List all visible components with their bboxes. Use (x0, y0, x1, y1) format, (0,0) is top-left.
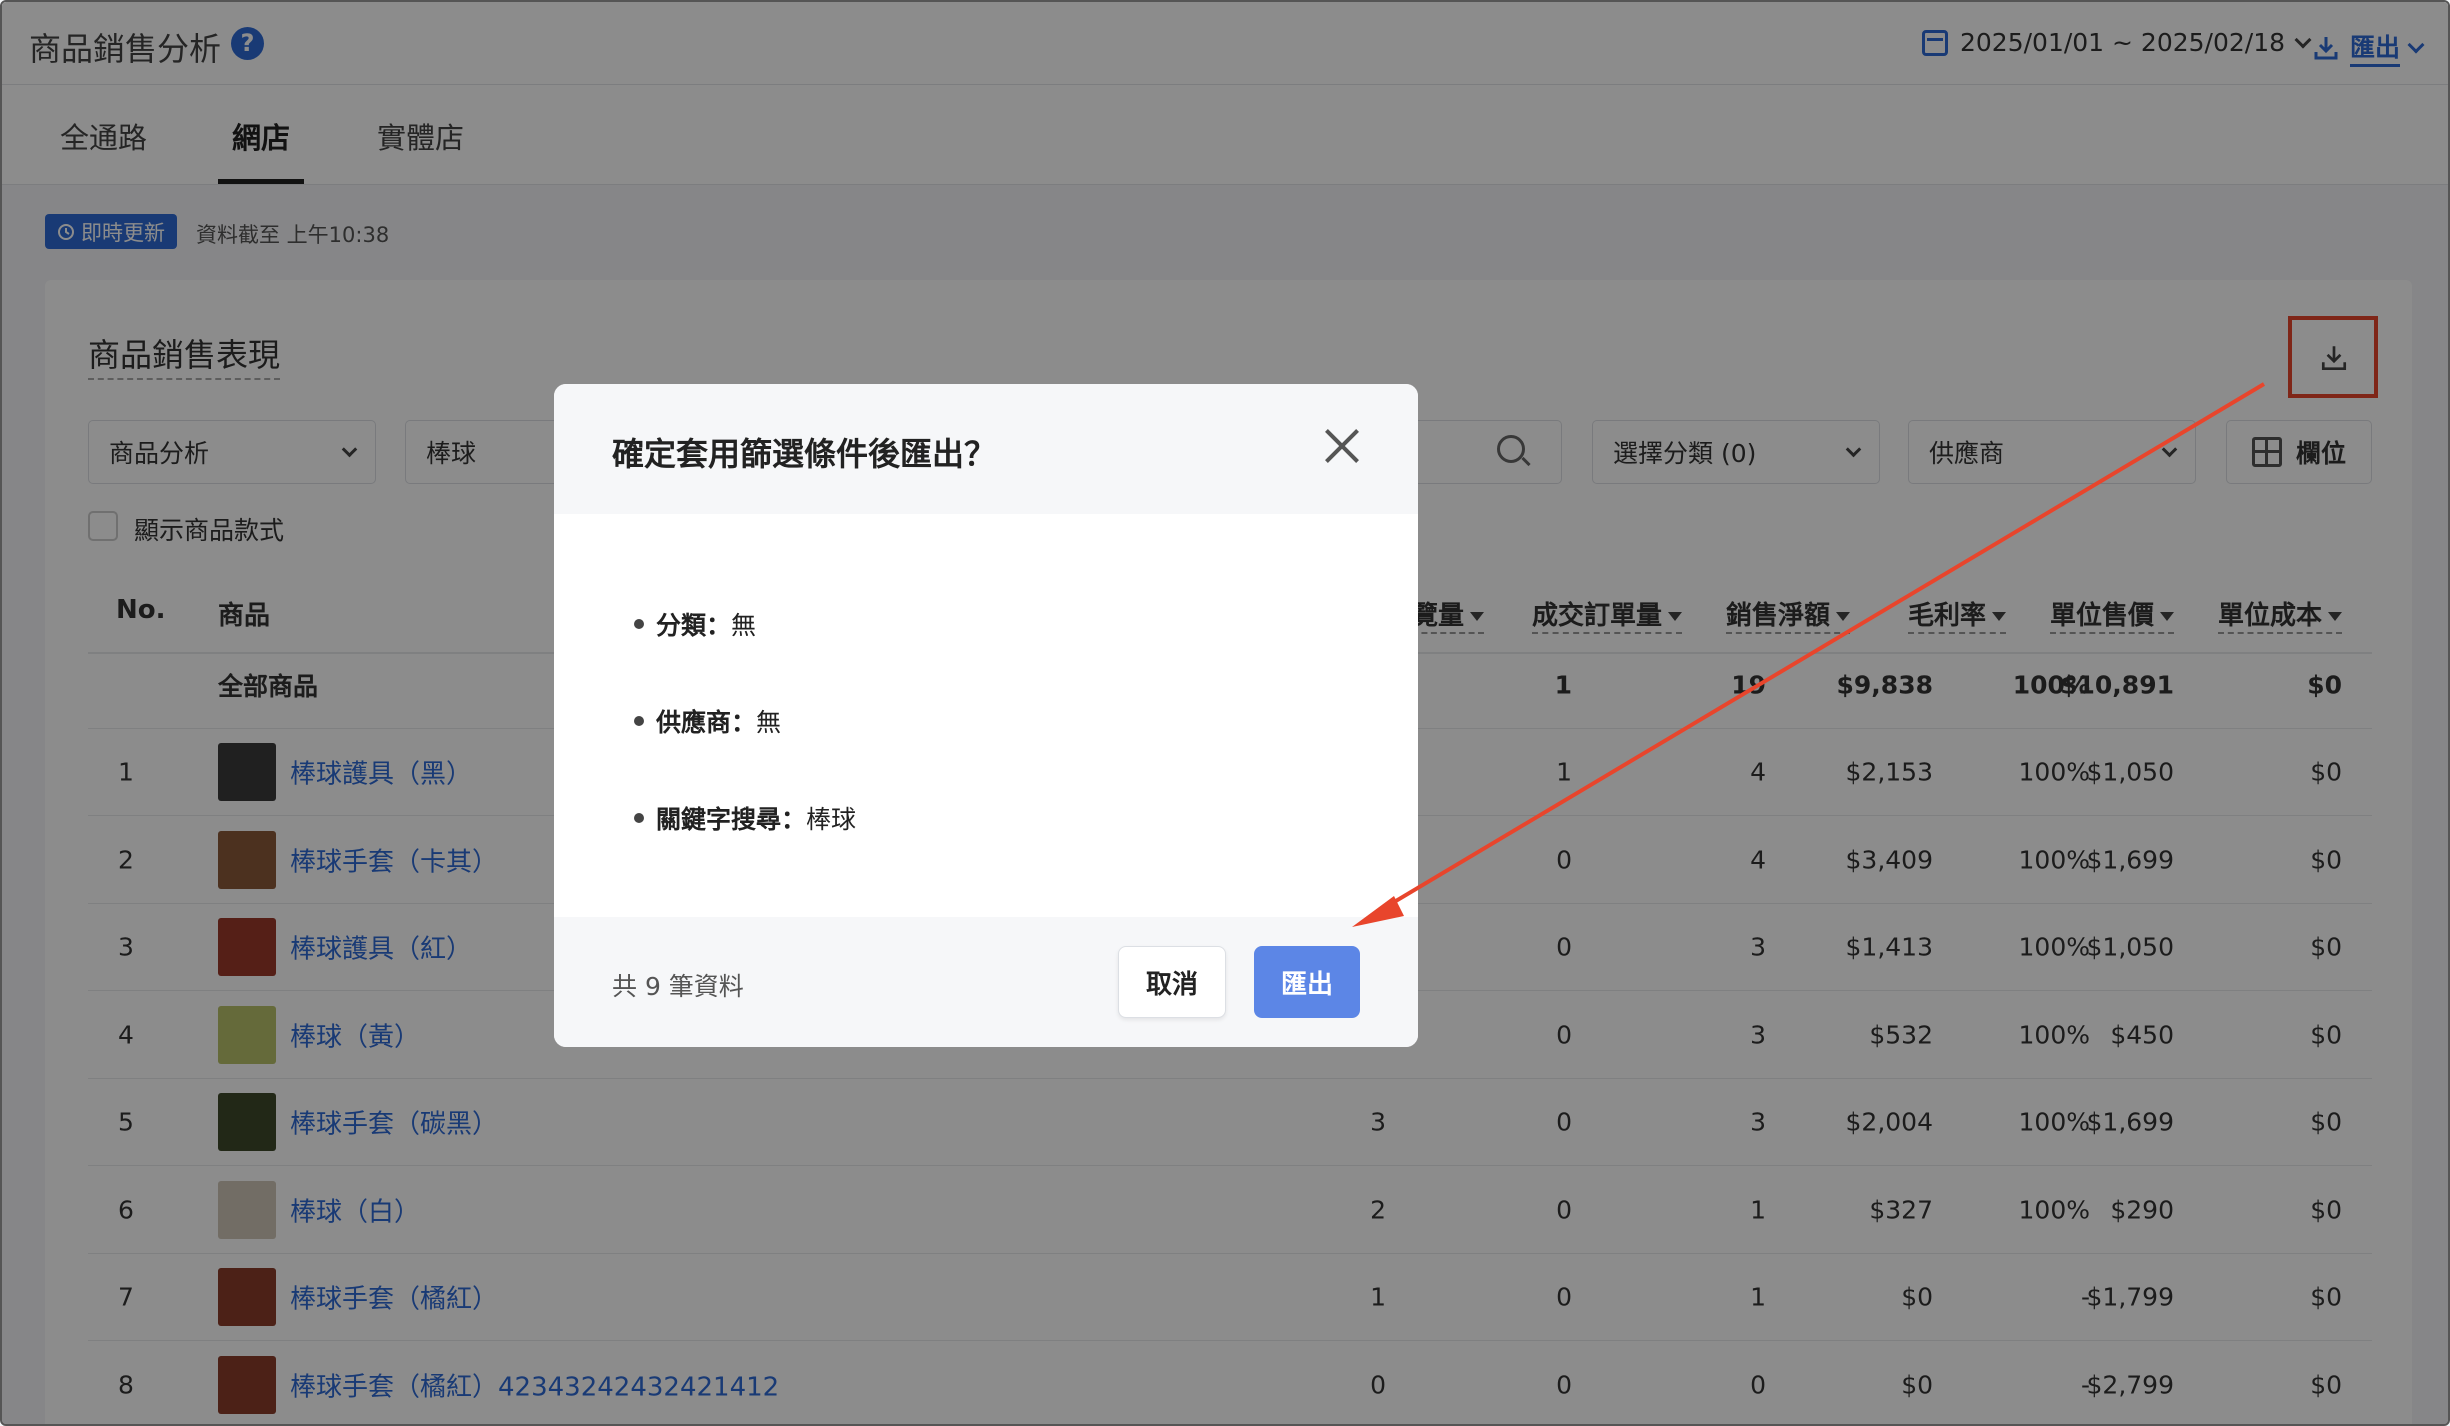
close-icon[interactable] (1322, 426, 1362, 466)
dialog-footer: 共 9 筆資料 取消 匯出 (554, 917, 1418, 1047)
filter-item-category: 分類：無 (633, 606, 856, 642)
dialog-header: 確定套用篩選條件後匯出？ (554, 384, 1418, 514)
confirm-export-button[interactable]: 匯出 (1254, 946, 1360, 1018)
dialog-title: 確定套用篩選條件後匯出？ (612, 435, 997, 473)
applied-filters-list: 分類：無 供應商：無 關鍵字搜尋：棒球 (633, 606, 856, 897)
filter-item-keyword: 關鍵字搜尋：棒球 (633, 800, 856, 836)
record-count-text: 共 9 筆資料 (612, 972, 744, 1001)
filter-item-supplier: 供應商：無 (633, 703, 856, 739)
app-window: 商品銷售分析 ? 2025/01/01 ~ 2025/02/18 匯出 全通路 … (0, 0, 2450, 1426)
export-confirm-dialog: 確定套用篩選條件後匯出？ 分類：無 供應商：無 關鍵字搜尋：棒球 共 9 筆資料… (554, 384, 1418, 1047)
cancel-button[interactable]: 取消 (1118, 946, 1226, 1018)
